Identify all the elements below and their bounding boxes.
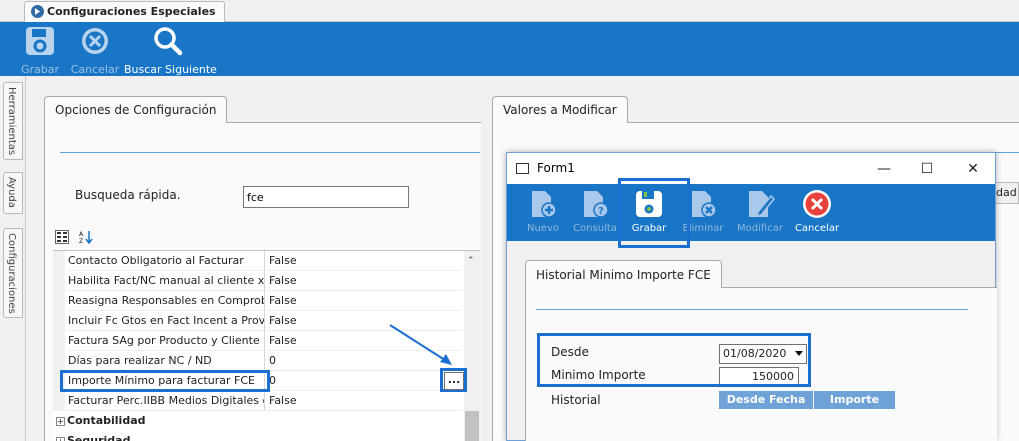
cancelar-button[interactable]: Cancelar (70, 25, 120, 76)
vertical-scrollbar[interactable]: ⌃ (464, 251, 480, 441)
delete-document-icon (692, 191, 717, 218)
busqueda-rapida-input[interactable] (243, 186, 409, 208)
side-tab-strip: Herramientas Ayuda Configuraciones (0, 76, 26, 441)
category-label: Seguridad (67, 434, 131, 441)
column-header-importe[interactable]: Importe (814, 391, 895, 409)
scrollbar-thumb[interactable] (465, 411, 479, 441)
opciones-tab-label: Opciones de Configuración (55, 103, 217, 117)
save-icon (26, 27, 54, 55)
row-gutter (53, 251, 65, 271)
row-gutter (53, 351, 65, 371)
document-tab-strip: Configuraciones Especiales (0, 0, 1019, 22)
property-name: Contacto Obligatorio al Facturar (67, 251, 265, 271)
query-document-icon: ? (584, 191, 609, 218)
scroll-up-icon[interactable]: ⌃ (467, 256, 477, 266)
property-name: Habilita Fact/NC manual al cliente x Usu (67, 271, 265, 291)
row-gutter (53, 311, 65, 331)
buscar-siguiente-label: Buscar Siguiente (124, 63, 217, 76)
ellipsis-button[interactable]: ... (444, 372, 464, 390)
property-name: Reasigna Responsables en Comprobante (67, 291, 265, 311)
categorized-view-icon[interactable] (55, 230, 69, 244)
divider (60, 152, 480, 153)
grabar-label: Grabar (20, 63, 60, 76)
dialog-titlebar: Form1 — ☐ ✕ (507, 153, 995, 184)
main-toolbar: Grabar Cancelar Buscar Siguiente (0, 22, 1019, 76)
cancel-icon (82, 28, 108, 54)
cancelar-label: Cancelar (70, 63, 120, 76)
row-gutter (53, 391, 65, 411)
cancelar-dialog-label: Cancelar (794, 223, 840, 234)
document-tab-configuraciones[interactable]: Configuraciones Especiales (24, 1, 225, 22)
side-tab-label: Herramientas (6, 87, 17, 156)
side-tab-configuraciones[interactable]: Configuraciones (3, 228, 23, 318)
row-gutter (53, 291, 65, 311)
dialog-toolbar: Nuevo ? Consulta Grabar Eliminar Modific… (507, 184, 995, 241)
busqueda-rapida-label: Busqueda rápida. (75, 188, 181, 202)
modificar-label: Modificar (737, 223, 783, 234)
highlight-fields (537, 333, 811, 387)
cancel-icon (803, 190, 831, 218)
modificar-button[interactable]: Modificar (735, 188, 785, 238)
minimize-button[interactable]: — (864, 157, 904, 181)
row-gutter (53, 271, 65, 291)
expand-icon[interactable]: + (56, 417, 65, 426)
grabar-button[interactable]: Grabar (20, 25, 60, 76)
buscar-siguiente-button[interactable]: Buscar Siguiente (124, 25, 217, 76)
form-window-icon (516, 163, 529, 174)
svg-text:A: A (79, 231, 84, 238)
property-name: Incluir Fc Gtos en Fact Incent a Prov. (67, 311, 265, 331)
property-value[interactable]: False (266, 271, 461, 291)
property-value[interactable]: False (266, 251, 461, 271)
maximize-button[interactable]: ☐ (907, 157, 947, 181)
side-tab-label: Configuraciones (6, 233, 17, 314)
nuevo-button[interactable]: Nuevo (523, 188, 563, 238)
highlight-grabar-button (618, 178, 690, 248)
new-document-icon (532, 191, 557, 218)
historial-tab-label: Historial Minimo Importe FCE (536, 268, 711, 282)
document-tab-label: Configuraciones Especiales (47, 5, 216, 18)
cancelar-dialog-button[interactable]: Cancelar (793, 188, 841, 238)
side-tab-label: Ayuda (6, 177, 17, 208)
search-icon (154, 27, 183, 56)
property-grid-toolbar: A Z (55, 228, 115, 250)
category-seguridad[interactable]: + Seguridad (53, 431, 463, 441)
nuevo-label: Nuevo (526, 223, 559, 234)
property-name: Factura SAg por Producto y Cliente Fac (67, 331, 265, 351)
row-gutter (53, 331, 65, 351)
property-value[interactable]: False (266, 391, 461, 411)
divider (536, 309, 968, 310)
form1-dialog: Form1 — ☐ ✕ Nuevo ? Consulta Grabar Elim… (506, 152, 997, 441)
svg-text:?: ? (598, 206, 604, 217)
tab-valores-modificar[interactable]: Valores a Modificar (492, 96, 628, 123)
property-name: Facturar Perc.IIBB Medios Digitales del (67, 391, 265, 411)
property-value[interactable]: 0 (266, 371, 461, 391)
app-logo-icon (31, 5, 44, 18)
column-header-desde-fecha[interactable]: Desde Fecha (719, 391, 813, 409)
annotation-arrow-icon (389, 324, 452, 365)
consulta-button[interactable]: ? Consulta (573, 188, 617, 238)
property-name: Días para realizar NC / ND (67, 351, 265, 371)
category-contabilidad[interactable]: + Contabilidad (53, 411, 463, 431)
expand-icon[interactable]: + (56, 437, 65, 441)
side-tab-herramientas[interactable]: Herramientas (3, 82, 23, 160)
tab-historial-minimo-importe[interactable]: Historial Minimo Importe FCE (525, 260, 722, 288)
side-tab-ayuda[interactable]: Ayuda (3, 172, 23, 214)
column-header-partial: dad (992, 182, 1019, 204)
edit-document-icon (749, 191, 776, 218)
consulta-label: Consulta (573, 223, 617, 234)
category-label: Contabilidad (67, 414, 146, 427)
dialog-title: Form1 (537, 161, 575, 175)
tab-opciones-configuracion[interactable]: Opciones de Configuración (44, 96, 228, 123)
highlight-property-name (60, 370, 270, 392)
valores-tab-label: Valores a Modificar (503, 103, 617, 117)
svg-text:Z: Z (79, 238, 83, 244)
historial-label: Historial (551, 393, 601, 407)
alphabetical-sort-icon[interactable]: A Z (79, 230, 93, 244)
property-value[interactable]: False (266, 291, 461, 311)
close-button[interactable]: ✕ (953, 157, 993, 181)
